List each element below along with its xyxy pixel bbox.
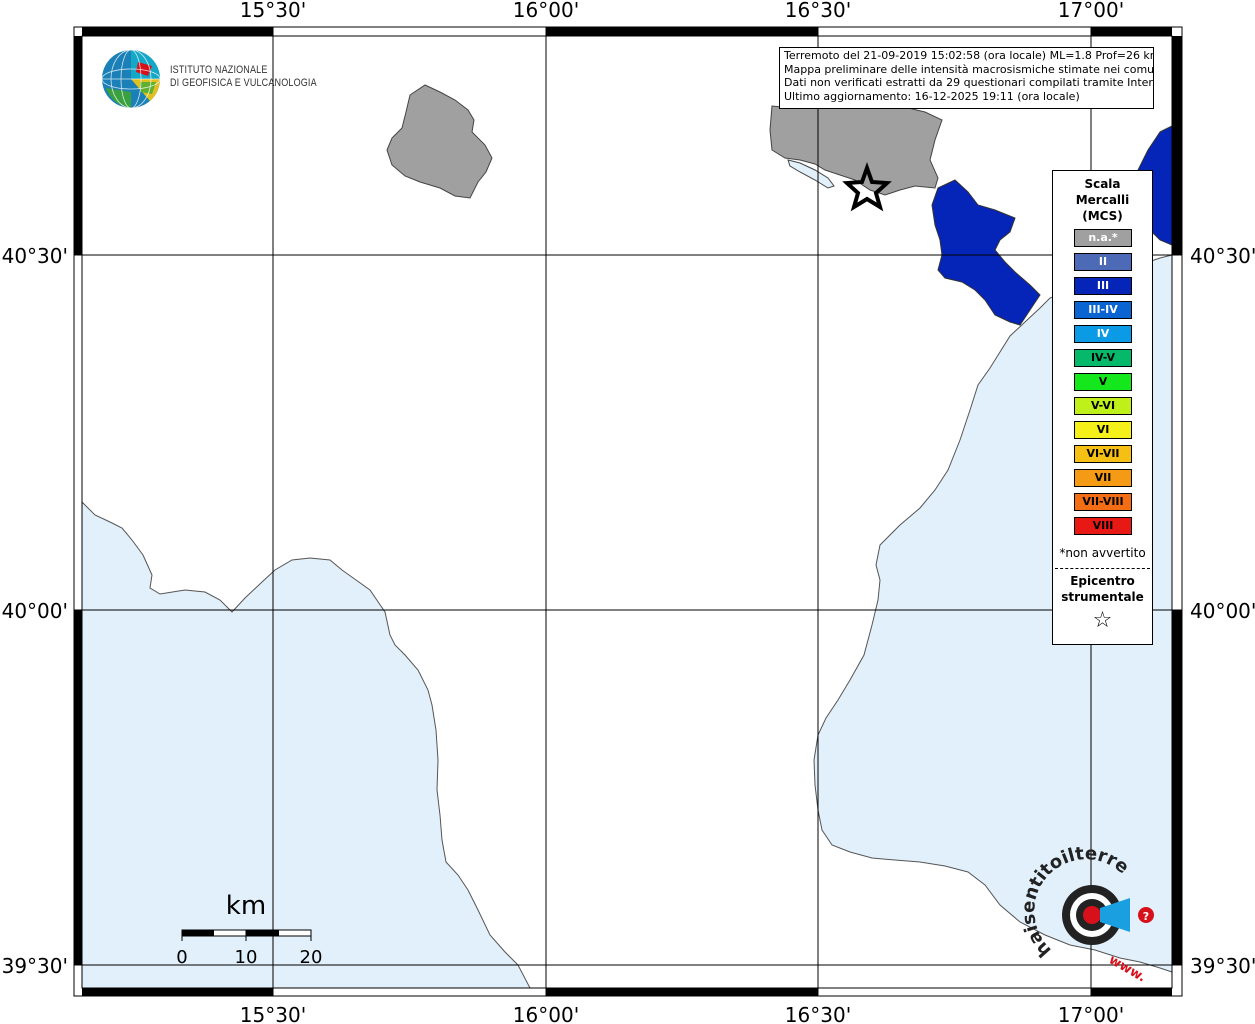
legend-swatch: VII: [1074, 469, 1132, 487]
ingv-line2: DI GEOFISICA E VULCANOLOGIA: [170, 77, 317, 89]
ingv-globe-icon: [101, 49, 161, 109]
legend-star-icon: ☆: [1092, 608, 1113, 633]
bottom-label-1: 16°00': [513, 1003, 579, 1024]
legend-swatch: V-VI: [1074, 397, 1132, 415]
legend-swatch: IV-V: [1074, 349, 1132, 367]
mcs-legend: Scala Mercalli (MCS) n.a.* II III III-IV IV I…: [1052, 170, 1153, 645]
info-line3: Dati non verificati estratti da 29 quest…: [784, 76, 1154, 89]
legend-swatch: VII-VIII: [1074, 493, 1132, 511]
svg-text:?: ?: [1143, 910, 1149, 923]
info-line1: Terremoto del 21-09-2019 15:02:58 (ora l…: [784, 49, 1154, 62]
right-label-0: 40°30': [1190, 244, 1255, 268]
legend-swatch: VIII: [1074, 517, 1132, 535]
legend-epicentre-label: Epicentro strumentale: [1053, 573, 1152, 605]
legend-swatch: III-IV: [1074, 301, 1132, 319]
legend-title-line3: (MCS): [1082, 209, 1123, 223]
event-info-box: Terremoto del 21-09-2019 15:02:58 (ora l…: [779, 47, 1154, 109]
right-label-2: 39°30': [1190, 954, 1255, 978]
bottom-label-0: 15°30': [240, 1003, 306, 1024]
scale-unit: km: [226, 891, 266, 921]
left-label-1: 40°00': [2, 599, 68, 623]
scale-tick-10: 10: [235, 947, 258, 968]
left-label-2: 39°30': [2, 954, 68, 978]
legend-note: *non avvertito: [1059, 546, 1146, 560]
legend-swatch: III: [1074, 277, 1132, 295]
top-label-3: 17°00': [1058, 0, 1124, 22]
info-line4: Ultimo aggiornamento: 16-12-2025 19:11 (…: [784, 89, 1080, 103]
legend-title-line1: Scala: [1084, 177, 1121, 191]
top-label-0: 15°30': [240, 0, 306, 22]
legend-epicentre-line2: strumentale: [1061, 590, 1144, 604]
legend-swatch: II: [1074, 253, 1132, 271]
top-label-2: 16°30': [785, 0, 851, 22]
legend-swatch: VI: [1074, 421, 1132, 439]
legend-title-line2: Mercalli: [1075, 193, 1130, 207]
bottom-label-3: 17°00': [1058, 1003, 1124, 1024]
legend-title: Scala Mercalli (MCS): [1053, 176, 1152, 224]
info-line2: Mappa preliminare delle intensità macros…: [784, 62, 1154, 76]
legend-swatch: VI-VII: [1074, 445, 1132, 463]
legend-swatch: V: [1074, 373, 1132, 391]
legend-swatch: IV: [1074, 325, 1132, 343]
bottom-label-2: 16°30': [785, 1003, 851, 1024]
right-label-1: 40°00': [1190, 599, 1255, 623]
left-label-0: 40°30': [2, 244, 68, 268]
legend-swatch: n.a.*: [1074, 229, 1132, 247]
top-label-1: 16°00': [513, 0, 579, 22]
scale-tick-20: 20: [300, 947, 323, 968]
scale-tick-0: 0: [176, 947, 187, 968]
ingv-logo: ISTITUTO NAZIONALE DI GEOFISICA E VULCAN…: [100, 48, 320, 110]
legend-epicentre-line1: Epicentro: [1070, 574, 1135, 588]
ingv-line1: ISTITUTO NAZIONALE: [170, 64, 268, 76]
legend-separator: [1055, 568, 1150, 569]
